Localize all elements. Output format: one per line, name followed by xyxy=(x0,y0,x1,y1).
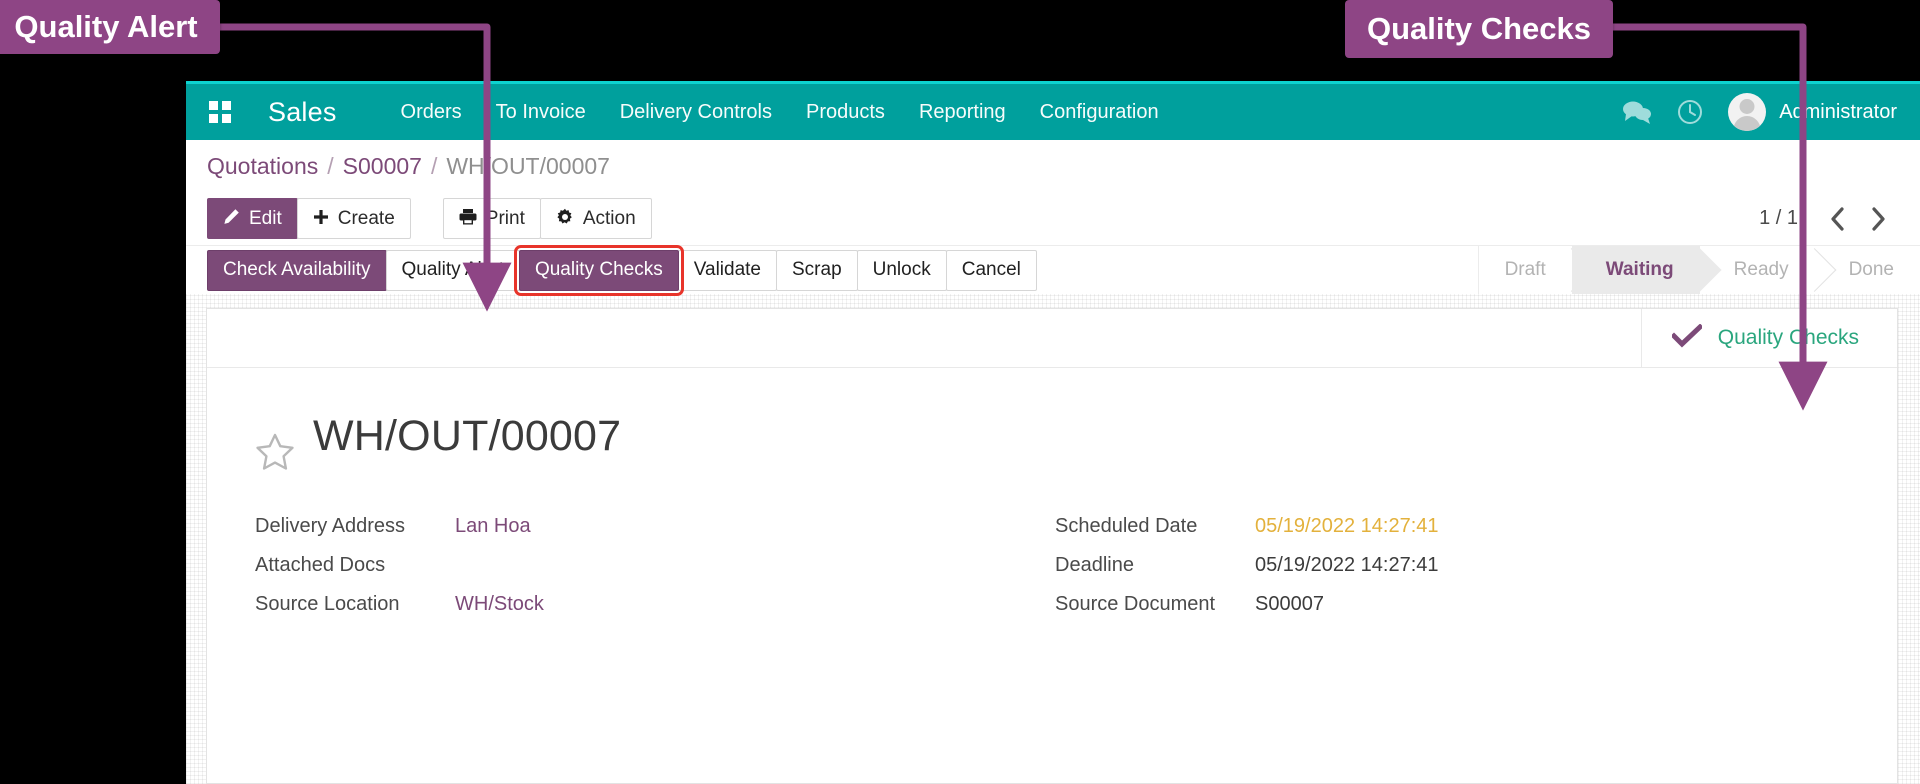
chevron-left-icon[interactable] xyxy=(1820,202,1854,236)
stage-statusbar: Draft Waiting Ready Done xyxy=(1477,246,1920,294)
control-panel-toolbar: Edit Create Print Action 1 / 1 xyxy=(186,192,1920,245)
chat-bubbles-icon[interactable] xyxy=(1622,99,1652,125)
breadcrumb-item-quotations[interactable]: Quotations xyxy=(207,153,318,180)
field-label: Source Location xyxy=(255,593,400,615)
plus-icon xyxy=(313,209,329,229)
pencil-icon xyxy=(223,208,240,229)
gear-icon xyxy=(556,208,574,230)
smart-button-label: Quality Checks xyxy=(1717,326,1859,349)
field-source-location: Source Location WH/Stock xyxy=(255,593,1055,632)
screenshot-root: Sales Orders To Invoice Delivery Control… xyxy=(0,0,1920,784)
nav-item-to-invoice[interactable]: To Invoice xyxy=(479,101,603,124)
navbar-menu: Orders To Invoice Delivery Controls Prod… xyxy=(384,101,1176,124)
cancel-button[interactable]: Cancel xyxy=(945,249,1037,291)
form-background: Quality Checks WH/OUT/00007 Delivery Add xyxy=(186,294,1920,784)
breadcrumb-separator: / xyxy=(327,152,334,179)
field-value[interactable]: 05/19/2022 14:27:41 xyxy=(1255,554,1439,577)
breadcrumb-separator: / xyxy=(430,152,438,179)
pager-count: 1 / 1 xyxy=(1759,207,1798,229)
check-availability-button[interactable]: Check Availability xyxy=(207,249,387,291)
action-button[interactable]: Action xyxy=(539,198,652,239)
breadcrumb-item-current: WH/OUT/00007 xyxy=(446,152,610,179)
print-button[interactable]: Print xyxy=(442,198,541,239)
field-value[interactable]: S00007 xyxy=(1255,593,1324,616)
field-value[interactable]: Lan Hoa xyxy=(455,515,531,538)
workflow-buttons: Check Availability Quality Alert Quality… xyxy=(186,244,1037,296)
field-label: Delivery Address xyxy=(255,515,406,537)
app-brand-sales[interactable]: Sales xyxy=(268,97,337,128)
field-value[interactable]: 05/19/2022 14:27:41 xyxy=(1255,515,1439,538)
nav-item-orders[interactable]: Orders xyxy=(384,101,479,124)
printer-icon xyxy=(459,208,477,229)
nav-item-products[interactable]: Products xyxy=(789,101,902,124)
edit-button-label: Edit xyxy=(249,208,282,229)
create-button[interactable]: Create xyxy=(296,198,411,239)
nav-item-configuration[interactable]: Configuration xyxy=(1023,101,1176,124)
field-delivery-address: Delivery Address Lan Hoa xyxy=(255,515,1055,554)
check-mark-icon xyxy=(1670,322,1704,353)
create-button-label: Create xyxy=(337,208,395,229)
user-avatar-icon xyxy=(1728,93,1767,131)
print-button-label: Print xyxy=(485,208,525,229)
callout-quality-alert: Quality Alert xyxy=(0,0,220,54)
field-attached-docs: Attached Docs xyxy=(255,554,1055,593)
user-menu[interactable]: Administrator xyxy=(1728,93,1897,131)
quality-checks-smart-button[interactable]: Quality Checks xyxy=(1640,309,1897,367)
breadcrumb-item-s00007[interactable]: S00007 xyxy=(343,153,422,180)
field-deadline: Deadline 05/19/2022 14:27:41 xyxy=(1055,554,1855,593)
field-label: Deadline xyxy=(1055,554,1134,576)
user-name-label: Administrator xyxy=(1779,100,1897,123)
nav-item-reporting[interactable]: Reporting xyxy=(902,101,1023,124)
status-action-bar: Check Availability Quality Alert Quality… xyxy=(186,244,1920,296)
stage-draft[interactable]: Draft xyxy=(1478,246,1572,294)
field-label: Scheduled Date xyxy=(1055,515,1198,537)
stage-waiting[interactable]: Waiting xyxy=(1571,246,1700,294)
top-navbar: Sales Orders To Invoice Delivery Control… xyxy=(186,81,1920,140)
smart-button-box: Quality Checks xyxy=(207,309,1897,368)
quality-alert-button[interactable]: Quality Alert xyxy=(385,249,520,291)
edit-button[interactable]: Edit xyxy=(207,198,298,239)
form-fields: Delivery Address Lan Hoa Attached Docs S… xyxy=(207,477,1897,632)
scrap-button[interactable]: Scrap xyxy=(776,249,858,291)
record-title-row: WH/OUT/00007 xyxy=(207,368,1897,477)
odoo-app-window: Sales Orders To Invoice Delivery Control… xyxy=(186,81,1920,784)
field-source-document: Source Document S00007 xyxy=(1055,593,1855,632)
callout-quality-checks: Quality Checks xyxy=(1345,0,1613,58)
field-scheduled-date: Scheduled Date 05/19/2022 14:27:41 xyxy=(1055,515,1855,554)
record-pager: 1 / 1 xyxy=(1759,202,1920,236)
field-label: Attached Docs xyxy=(255,554,386,576)
action-button-label: Action xyxy=(582,208,636,229)
apps-grid-icon[interactable] xyxy=(209,101,231,123)
field-label: Source Document xyxy=(1055,593,1216,615)
validate-button[interactable]: Validate xyxy=(677,249,777,291)
quality-checks-button[interactable]: Quality Checks xyxy=(513,244,684,296)
form-column-right: Scheduled Date 05/19/2022 14:27:41 Deadl… xyxy=(1055,515,1855,632)
unlock-button[interactable]: Unlock xyxy=(856,249,947,291)
chevron-right-icon[interactable] xyxy=(1862,202,1896,236)
form-column-left: Delivery Address Lan Hoa Attached Docs S… xyxy=(255,515,1055,632)
field-value[interactable]: WH/Stock xyxy=(455,593,544,616)
navbar-right: Administrator xyxy=(1622,93,1920,131)
clock-icon[interactable] xyxy=(1676,98,1704,126)
breadcrumb: Quotations / S00007 / WH/OUT/00007 xyxy=(186,140,1920,192)
page-title: WH/OUT/00007 xyxy=(313,412,622,460)
nav-item-delivery-controls[interactable]: Delivery Controls xyxy=(603,101,789,124)
star-outline-icon[interactable] xyxy=(255,432,295,477)
form-sheet: Quality Checks WH/OUT/00007 Delivery Add xyxy=(206,308,1898,784)
